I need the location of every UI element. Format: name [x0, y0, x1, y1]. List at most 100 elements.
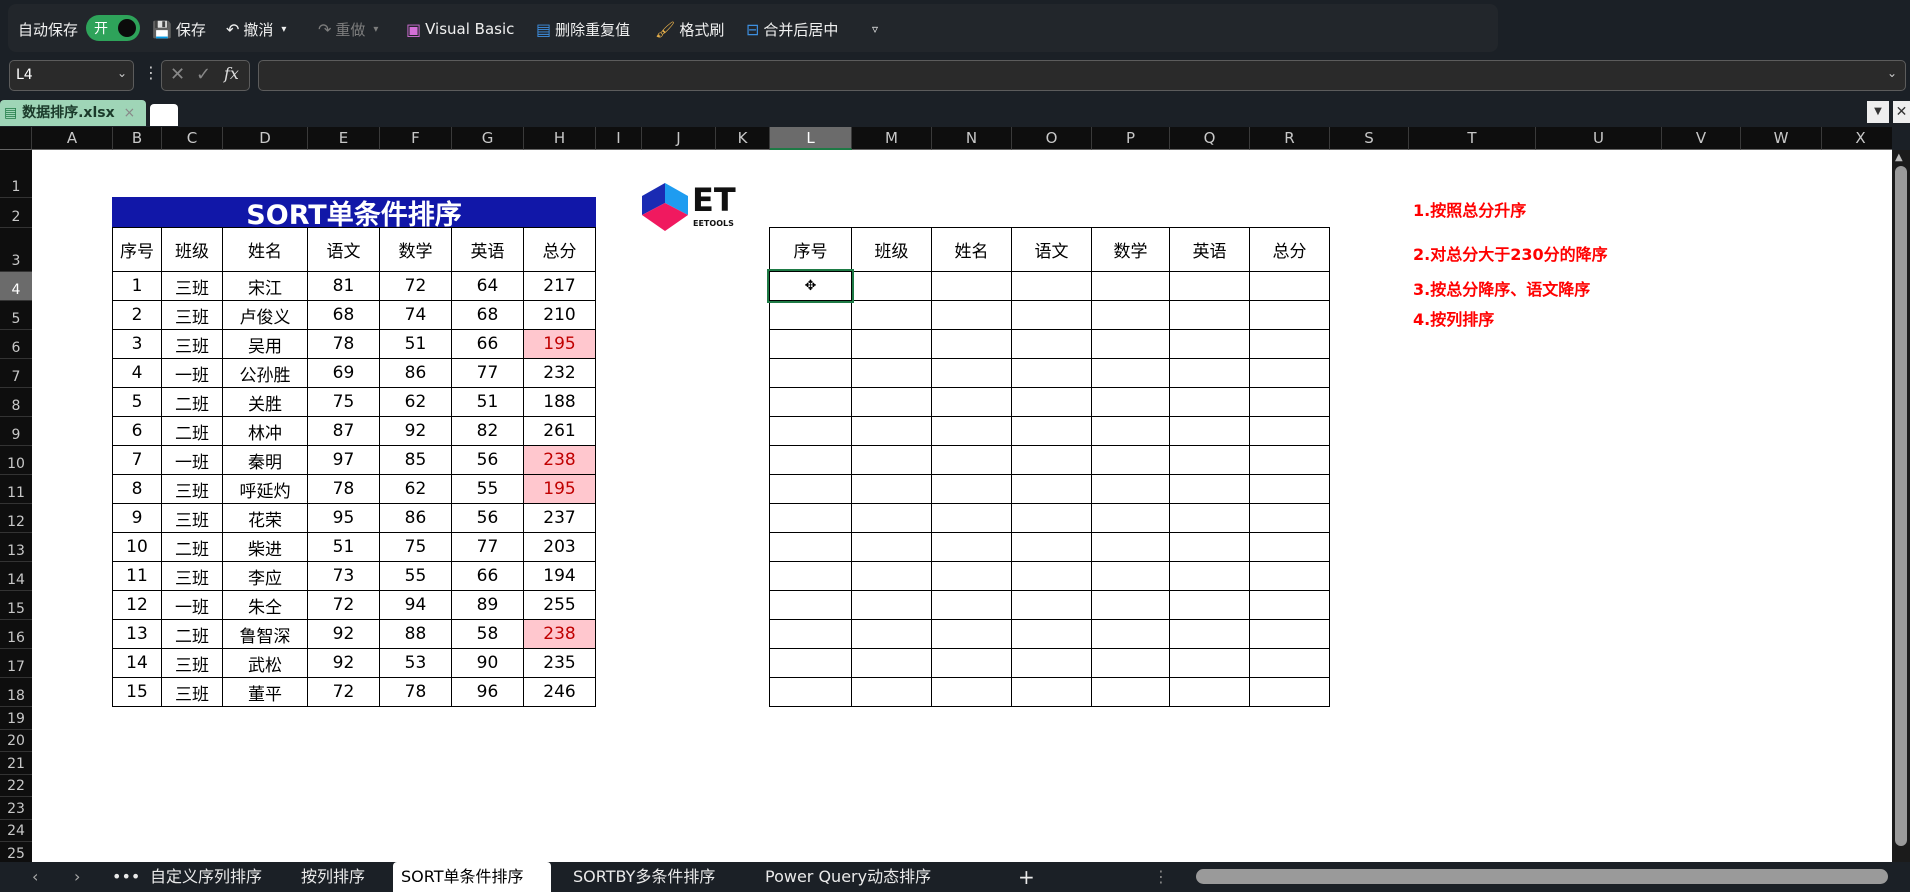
source-data-cell[interactable]: 62 — [379, 387, 452, 417]
source-data-cell[interactable]: 87 — [307, 416, 380, 446]
result-data-cell[interactable] — [769, 532, 852, 562]
source-data-cell[interactable]: 255 — [523, 590, 596, 620]
result-data-cell[interactable] — [769, 474, 852, 504]
result-data-cell[interactable] — [851, 329, 932, 359]
result-data-cell[interactable] — [1249, 503, 1330, 533]
result-data-cell[interactable] — [1169, 648, 1250, 678]
horizontal-scrollbar[interactable] — [1196, 869, 1888, 884]
source-data-cell[interactable]: 75 — [379, 532, 452, 562]
row-header-12[interactable]: 12 — [0, 504, 32, 533]
result-data-cell[interactable] — [1249, 271, 1330, 301]
result-data-cell[interactable] — [1091, 358, 1170, 388]
result-data-cell[interactable] — [1169, 474, 1250, 504]
source-data-cell[interactable]: 三班 — [161, 561, 223, 591]
result-data-cell[interactable] — [769, 677, 852, 707]
row-header-25[interactable]: 25 — [0, 842, 32, 862]
row-header-21[interactable]: 21 — [0, 752, 32, 775]
source-data-cell[interactable]: 一班 — [161, 358, 223, 388]
result-data-cell[interactable] — [851, 590, 932, 620]
result-data-cell[interactable] — [1169, 300, 1250, 330]
result-data-cell[interactable] — [851, 619, 932, 649]
new-tab-button[interactable] — [150, 104, 178, 126]
result-data-cell[interactable] — [1169, 358, 1250, 388]
result-data-cell[interactable] — [1249, 532, 1330, 562]
source-data-cell[interactable]: 68 — [451, 300, 524, 330]
result-data-cell[interactable] — [1169, 271, 1250, 301]
row-header-7[interactable]: 7 — [0, 359, 32, 388]
source-data-cell[interactable]: 三班 — [161, 271, 223, 301]
row-header-22[interactable]: 22 — [0, 774, 32, 797]
source-data-cell[interactable]: 董平 — [222, 677, 308, 707]
result-data-cell[interactable] — [769, 300, 852, 330]
source-data-cell[interactable]: 12 — [112, 590, 162, 620]
source-data-cell[interactable]: 武松 — [222, 648, 308, 678]
result-data-cell[interactable] — [931, 474, 1012, 504]
source-data-cell[interactable]: 公孙胜 — [222, 358, 308, 388]
row-header-23[interactable]: 23 — [0, 797, 32, 820]
redo-dropdown-icon[interactable]: ▾ — [373, 24, 378, 35]
source-data-cell[interactable]: 188 — [523, 387, 596, 417]
result-data-cell[interactable] — [769, 648, 852, 678]
result-data-cell[interactable] — [1169, 532, 1250, 562]
result-data-cell[interactable] — [1091, 503, 1170, 533]
result-data-cell[interactable] — [1169, 503, 1250, 533]
source-data-cell[interactable]: 一班 — [161, 445, 223, 475]
row-header-6[interactable]: 6 — [0, 330, 32, 359]
result-data-cell[interactable] — [851, 648, 932, 678]
result-data-cell[interactable] — [1091, 677, 1170, 707]
result-data-cell[interactable] — [851, 271, 932, 301]
source-data-cell[interactable]: 51 — [379, 329, 452, 359]
source-data-cell[interactable]: 237 — [523, 503, 596, 533]
source-data-cell[interactable]: 78 — [307, 329, 380, 359]
result-data-cell[interactable] — [1091, 474, 1170, 504]
source-data-cell[interactable]: 56 — [451, 503, 524, 533]
result-data-cell[interactable] — [769, 329, 852, 359]
row-header-2[interactable]: 2 — [0, 198, 32, 228]
source-data-cell[interactable]: 88 — [379, 619, 452, 649]
source-data-cell[interactable]: 232 — [523, 358, 596, 388]
source-data-cell[interactable]: 14 — [112, 648, 162, 678]
column-header-M[interactable]: M — [852, 127, 932, 150]
result-data-cell[interactable] — [1249, 329, 1330, 359]
result-data-cell[interactable] — [1091, 561, 1170, 591]
column-header-H[interactable]: H — [524, 127, 596, 150]
result-data-cell[interactable] — [851, 474, 932, 504]
spreadsheet-grid[interactable]: A B C D E F G H I J K L M N O P Q R S T U V W X 1 2 3 4 5 6 7 8 9 10 11 12 1… — [0, 127, 1892, 862]
result-data-cell[interactable] — [931, 619, 1012, 649]
result-data-cell[interactable] — [1011, 532, 1092, 562]
source-data-cell[interactable]: 246 — [523, 677, 596, 707]
source-data-cell[interactable]: 85 — [379, 445, 452, 475]
source-data-cell[interactable]: 三班 — [161, 300, 223, 330]
result-data-cell[interactable] — [851, 532, 932, 562]
result-data-cell[interactable] — [851, 300, 932, 330]
row-header-17[interactable]: 17 — [0, 649, 32, 678]
source-data-cell[interactable]: 58 — [451, 619, 524, 649]
result-data-cell[interactable] — [931, 416, 1012, 446]
row-header-1[interactable]: 1 — [0, 150, 32, 198]
result-data-cell[interactable] — [1249, 648, 1330, 678]
source-data-cell[interactable]: 10 — [112, 532, 162, 562]
result-data-cell[interactable] — [769, 619, 852, 649]
scroll-up-icon[interactable]: ▲ — [1895, 152, 1903, 163]
result-data-cell[interactable] — [1091, 300, 1170, 330]
result-data-cell[interactable] — [1249, 358, 1330, 388]
source-data-cell[interactable]: 64 — [451, 271, 524, 301]
row-header-15[interactable]: 15 — [0, 591, 32, 620]
source-data-cell[interactable]: 三班 — [161, 677, 223, 707]
redo-button[interactable]: ↷ 重做 ▾ — [318, 10, 378, 48]
source-data-cell[interactable]: 朱仝 — [222, 590, 308, 620]
source-data-cell[interactable]: 77 — [451, 532, 524, 562]
confirm-icon[interactable]: ✓ — [196, 64, 211, 85]
source-data-cell[interactable]: 97 — [307, 445, 380, 475]
result-data-cell[interactable] — [1249, 300, 1330, 330]
source-data-cell[interactable]: 74 — [379, 300, 452, 330]
formula-input[interactable]: ⌄ — [258, 60, 1906, 91]
source-data-cell[interactable]: 66 — [451, 329, 524, 359]
sheet-tab[interactable]: SORTBY多条件排序 — [565, 862, 723, 892]
result-data-cell[interactable] — [931, 271, 1012, 301]
source-data-cell[interactable]: 三班 — [161, 503, 223, 533]
source-data-cell[interactable]: 86 — [379, 503, 452, 533]
sheet-tab[interactable]: 自定义序列排序 — [142, 862, 270, 892]
source-data-cell[interactable]: 13 — [112, 619, 162, 649]
result-data-cell[interactable] — [1011, 300, 1092, 330]
